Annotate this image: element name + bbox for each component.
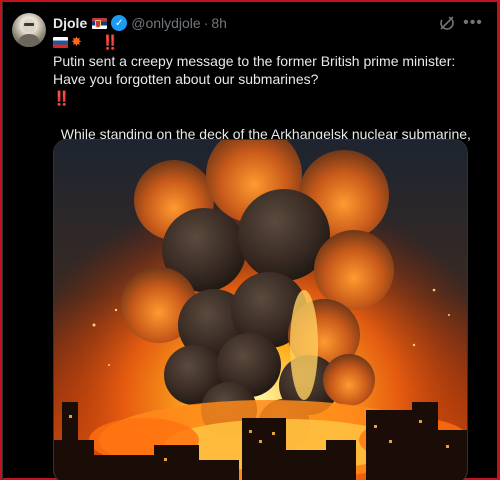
- author-handle[interactable]: @onlydjole: [131, 15, 200, 31]
- tweet-header: Djole ✓ @onlydjole · 8h: [53, 13, 486, 33]
- uk-flag-icon: [85, 37, 100, 48]
- explosion-fire-image: [54, 140, 467, 480]
- avatar[interactable]: [12, 13, 46, 47]
- russia-flag-icon: [53, 36, 68, 48]
- verified-badge-icon[interactable]: ✓: [111, 15, 128, 31]
- separator-dot: ·: [203, 15, 209, 31]
- tweet-media-image[interactable]: [53, 139, 468, 480]
- more-options-icon[interactable]: •••: [463, 14, 482, 32]
- author-name[interactable]: Djole: [53, 15, 87, 31]
- double-exclamation-icon: ‼️: [101, 34, 119, 50]
- double-exclamation-end-icon: ‼️: [53, 89, 70, 106]
- collision-icon: ✸: [71, 34, 82, 49]
- tweet[interactable]: Djole ✓ @onlydjole · 8h ••• ✸ ‼️ Putin s…: [3, 2, 496, 480]
- tweet-headline: Putin sent a creepy message to the forme…: [53, 52, 460, 88]
- tweet-line-1: ✸ ‼️ Putin sent a creepy message to the f…: [53, 33, 489, 107]
- serbia-flag-icon: [92, 17, 108, 29]
- tweet-timestamp[interactable]: 8h: [211, 15, 227, 31]
- grok-icon[interactable]: [438, 14, 456, 32]
